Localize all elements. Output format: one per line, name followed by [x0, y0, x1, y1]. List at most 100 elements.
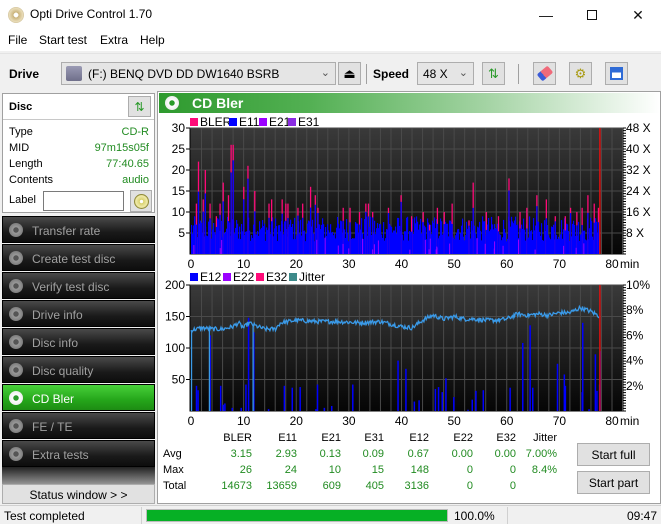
- nav-drive-info[interactable]: Drive info: [2, 300, 155, 327]
- minimize-button[interactable]: —: [523, 0, 569, 30]
- status-window-button[interactable]: Status window > >: [2, 484, 155, 504]
- legend-swatch-e32: [256, 273, 264, 281]
- eject-button[interactable]: ⏏: [338, 62, 361, 85]
- nav-label: FE / TE: [32, 420, 73, 434]
- disc-type-label: Type: [9, 126, 33, 138]
- nav-cd-bler[interactable]: CD Bler: [2, 384, 155, 411]
- x-tick-label: 60: [500, 257, 514, 271]
- stat-cell-avg-e12: 0.67: [407, 448, 429, 460]
- e12-bar: [475, 390, 477, 411]
- disc-contents-value: audio: [122, 174, 149, 186]
- e11-bar: [497, 231, 500, 254]
- x-tick-label: 0: [188, 414, 195, 428]
- disc-label-input[interactable]: [43, 191, 124, 211]
- e11-bar: [270, 221, 273, 254]
- x-tick-label: 50: [447, 257, 461, 271]
- close-button[interactable]: ✕: [615, 0, 661, 30]
- stat-cell-total-e32: 0: [509, 480, 516, 492]
- app-icon: [8, 7, 24, 23]
- e11-bar: [297, 215, 299, 254]
- settings-button[interactable]: ⚙: [569, 62, 592, 85]
- e21-bar: [449, 243, 451, 254]
- drive-value: (F:) BENQ DVD DD DW1640 BSRB: [88, 67, 280, 81]
- nav-fe-te[interactable]: FE / TE: [2, 412, 155, 439]
- menu-start-test[interactable]: Start test: [39, 33, 87, 47]
- nav-label: Extra tests: [32, 448, 89, 462]
- cd-bler-panel: CD Bler BLER E11 E21 E31 5 10 15 20 25 30 0 10 2…: [157, 91, 661, 504]
- progress-bar: [146, 509, 448, 522]
- nav-verify-test-disc[interactable]: Verify test disc: [2, 272, 155, 299]
- e12-bar: [413, 401, 416, 411]
- toolbar-divider: [518, 64, 519, 84]
- e21-bar: [193, 245, 195, 254]
- e21-bar: [517, 239, 519, 254]
- nav-disc-info[interactable]: Disc info: [2, 328, 155, 355]
- nav-create-test-disc[interactable]: Create test disc: [2, 244, 155, 271]
- maximize-button[interactable]: [569, 0, 615, 30]
- chevron-down-icon: ⌄: [458, 67, 468, 79]
- settings-icon: ⚙: [574, 65, 587, 81]
- refresh-icon: ⇅: [488, 65, 499, 81]
- e11-bar: [581, 224, 583, 254]
- speed-select[interactable]: 48 X ⌄: [417, 62, 474, 85]
- e11-bar: [287, 217, 289, 254]
- x-tick-label: 30: [342, 414, 356, 428]
- e21-bar: [219, 248, 221, 254]
- e12-bar: [405, 368, 407, 411]
- disc-icon: [9, 391, 23, 405]
- drive-select[interactable]: (F:) BENQ DVD DD DW1640 BSRB ⌄: [61, 62, 336, 85]
- y2-tick-label: 6%: [626, 328, 644, 342]
- legend-swatch-e31: [288, 118, 296, 126]
- nav-transfer-rate[interactable]: Transfer rate: [2, 216, 155, 243]
- legend-swatch-jitter: [289, 273, 297, 281]
- e21-bar: [428, 249, 430, 254]
- charts-svg: BLER E11 E21 E31 5 10 15 20 25 30 0 10 20 30 40 50 6…: [165, 115, 651, 428]
- e12-bar: [522, 342, 524, 411]
- x-unit-label: min: [620, 414, 639, 428]
- e12-bar: [245, 384, 247, 411]
- nav-label: Disc info: [32, 336, 79, 350]
- disc-title: Disc: [9, 101, 33, 113]
- nav-disc-quality[interactable]: Disc quality: [2, 356, 155, 383]
- e11-bar: [519, 228, 521, 254]
- legend-label-e12: E12: [200, 270, 222, 284]
- y-tick-label: 100: [165, 341, 185, 355]
- e11-bar: [387, 213, 390, 254]
- disc-refresh-button[interactable]: ⇅: [128, 96, 151, 117]
- disc-icon: [9, 307, 23, 321]
- x-tick-label: 80: [605, 414, 619, 428]
- speed-value: 48 X: [423, 67, 448, 81]
- disc-mid-row: MID 97m15s05f: [9, 142, 149, 158]
- time-text: 09:47: [627, 509, 658, 523]
- disc-label-button[interactable]: [130, 190, 152, 212]
- e11-bar: [317, 213, 319, 254]
- nav-extra-tests[interactable]: Extra tests: [2, 440, 155, 467]
- x-tick-label: 20: [290, 414, 304, 428]
- e11-bar: [302, 217, 304, 254]
- e21-bar: [429, 238, 431, 254]
- start-part-button[interactable]: Start part: [577, 471, 650, 494]
- e11-bar: [243, 199, 245, 254]
- menu-help[interactable]: Help: [140, 33, 165, 47]
- y-tick-label: 25: [172, 142, 186, 156]
- menu-file[interactable]: File: [8, 33, 27, 47]
- e11-bar: [268, 217, 270, 254]
- menu-extra[interactable]: Extra: [100, 33, 128, 47]
- panel-title: CD Bler: [192, 95, 244, 111]
- e12-bar: [556, 363, 559, 411]
- e12-bar: [467, 409, 469, 411]
- y2-tick-label: 8%: [626, 303, 644, 317]
- e11-bar: [372, 217, 374, 254]
- start-full-button[interactable]: Start full: [577, 443, 650, 466]
- e21-bar: [534, 249, 536, 254]
- erase-button[interactable]: [533, 62, 556, 85]
- e12-bar: [224, 403, 226, 411]
- refresh-button[interactable]: ⇅: [482, 62, 505, 85]
- col-header-e12: E12: [409, 432, 429, 444]
- e12-bar: [219, 385, 222, 411]
- stat-cell-avg-bler: 3.15: [230, 448, 252, 460]
- e12-bar: [564, 385, 567, 411]
- e11-bar: [472, 207, 474, 254]
- y-tick-label: 30: [172, 121, 186, 135]
- save-button[interactable]: [605, 62, 628, 85]
